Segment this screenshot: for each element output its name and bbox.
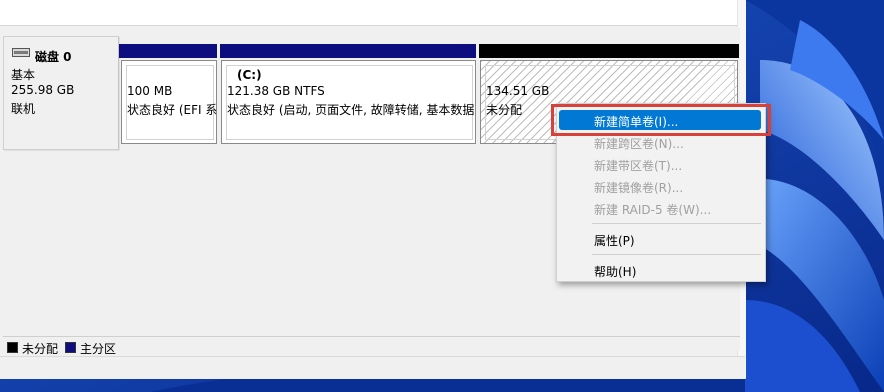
disk-icon (12, 48, 30, 57)
menu-item-new-striped-volume[interactable]: 新建带区卷(T)... (559, 154, 761, 174)
volume-list-pane[interactable] (0, 0, 737, 26)
disk-status: 联机 (11, 102, 36, 116)
partition-c-letter: (C:) (237, 68, 262, 82)
disk-name: 磁盘 0 (35, 50, 72, 64)
disk-type: 基本 (11, 68, 36, 82)
menu-item-help[interactable]: 帮助(H) (559, 260, 761, 280)
legend-label-primary: 主分区 (80, 342, 117, 356)
partition-c-status: 状态良好 (启动, 页面文件, 故障转储, 基本数据 (227, 103, 475, 117)
disk-size: 255.98 GB (11, 83, 75, 97)
partition-c[interactable]: (C:) 121.38 GB NTFS 状态良好 (启动, 页面文件, 故障转储… (221, 60, 476, 144)
annotation-highlight-frame (551, 104, 771, 136)
menu-separator (592, 223, 761, 224)
partition-efi-size: 100 MB (127, 84, 173, 98)
partition-efi[interactable]: 100 MB 状态良好 (EFI 系 (121, 60, 217, 144)
legend: 未分配 主分区 (3, 336, 740, 356)
partition-efi-status: 状态良好 (EFI 系 (127, 103, 217, 117)
menu-item-new-raid5-volume[interactable]: 新建 RAID-5 卷(W)... (559, 198, 761, 218)
unallocated-size: 134.51 GB (486, 84, 550, 98)
legend-label-unallocated: 未分配 (22, 342, 59, 356)
legend-swatch-primary (65, 342, 76, 353)
status-bar (0, 356, 745, 379)
disk-0-label[interactable]: 磁盘 0 基本 255.98 GB 联机 (3, 36, 119, 150)
unallocated-header-bar (479, 44, 739, 58)
partition-c-header-bar (220, 44, 476, 58)
legend-swatch-unallocated (7, 342, 18, 353)
menu-separator (592, 254, 761, 255)
menu-item-properties[interactable]: 属性(P) (559, 229, 761, 249)
partition-efi-header-bar (119, 44, 217, 58)
menu-item-new-mirrored-volume[interactable]: 新建镜像卷(R)... (559, 176, 761, 196)
partition-c-size: 121.38 GB NTFS (227, 84, 325, 98)
unallocated-status: 未分配 (486, 103, 523, 117)
